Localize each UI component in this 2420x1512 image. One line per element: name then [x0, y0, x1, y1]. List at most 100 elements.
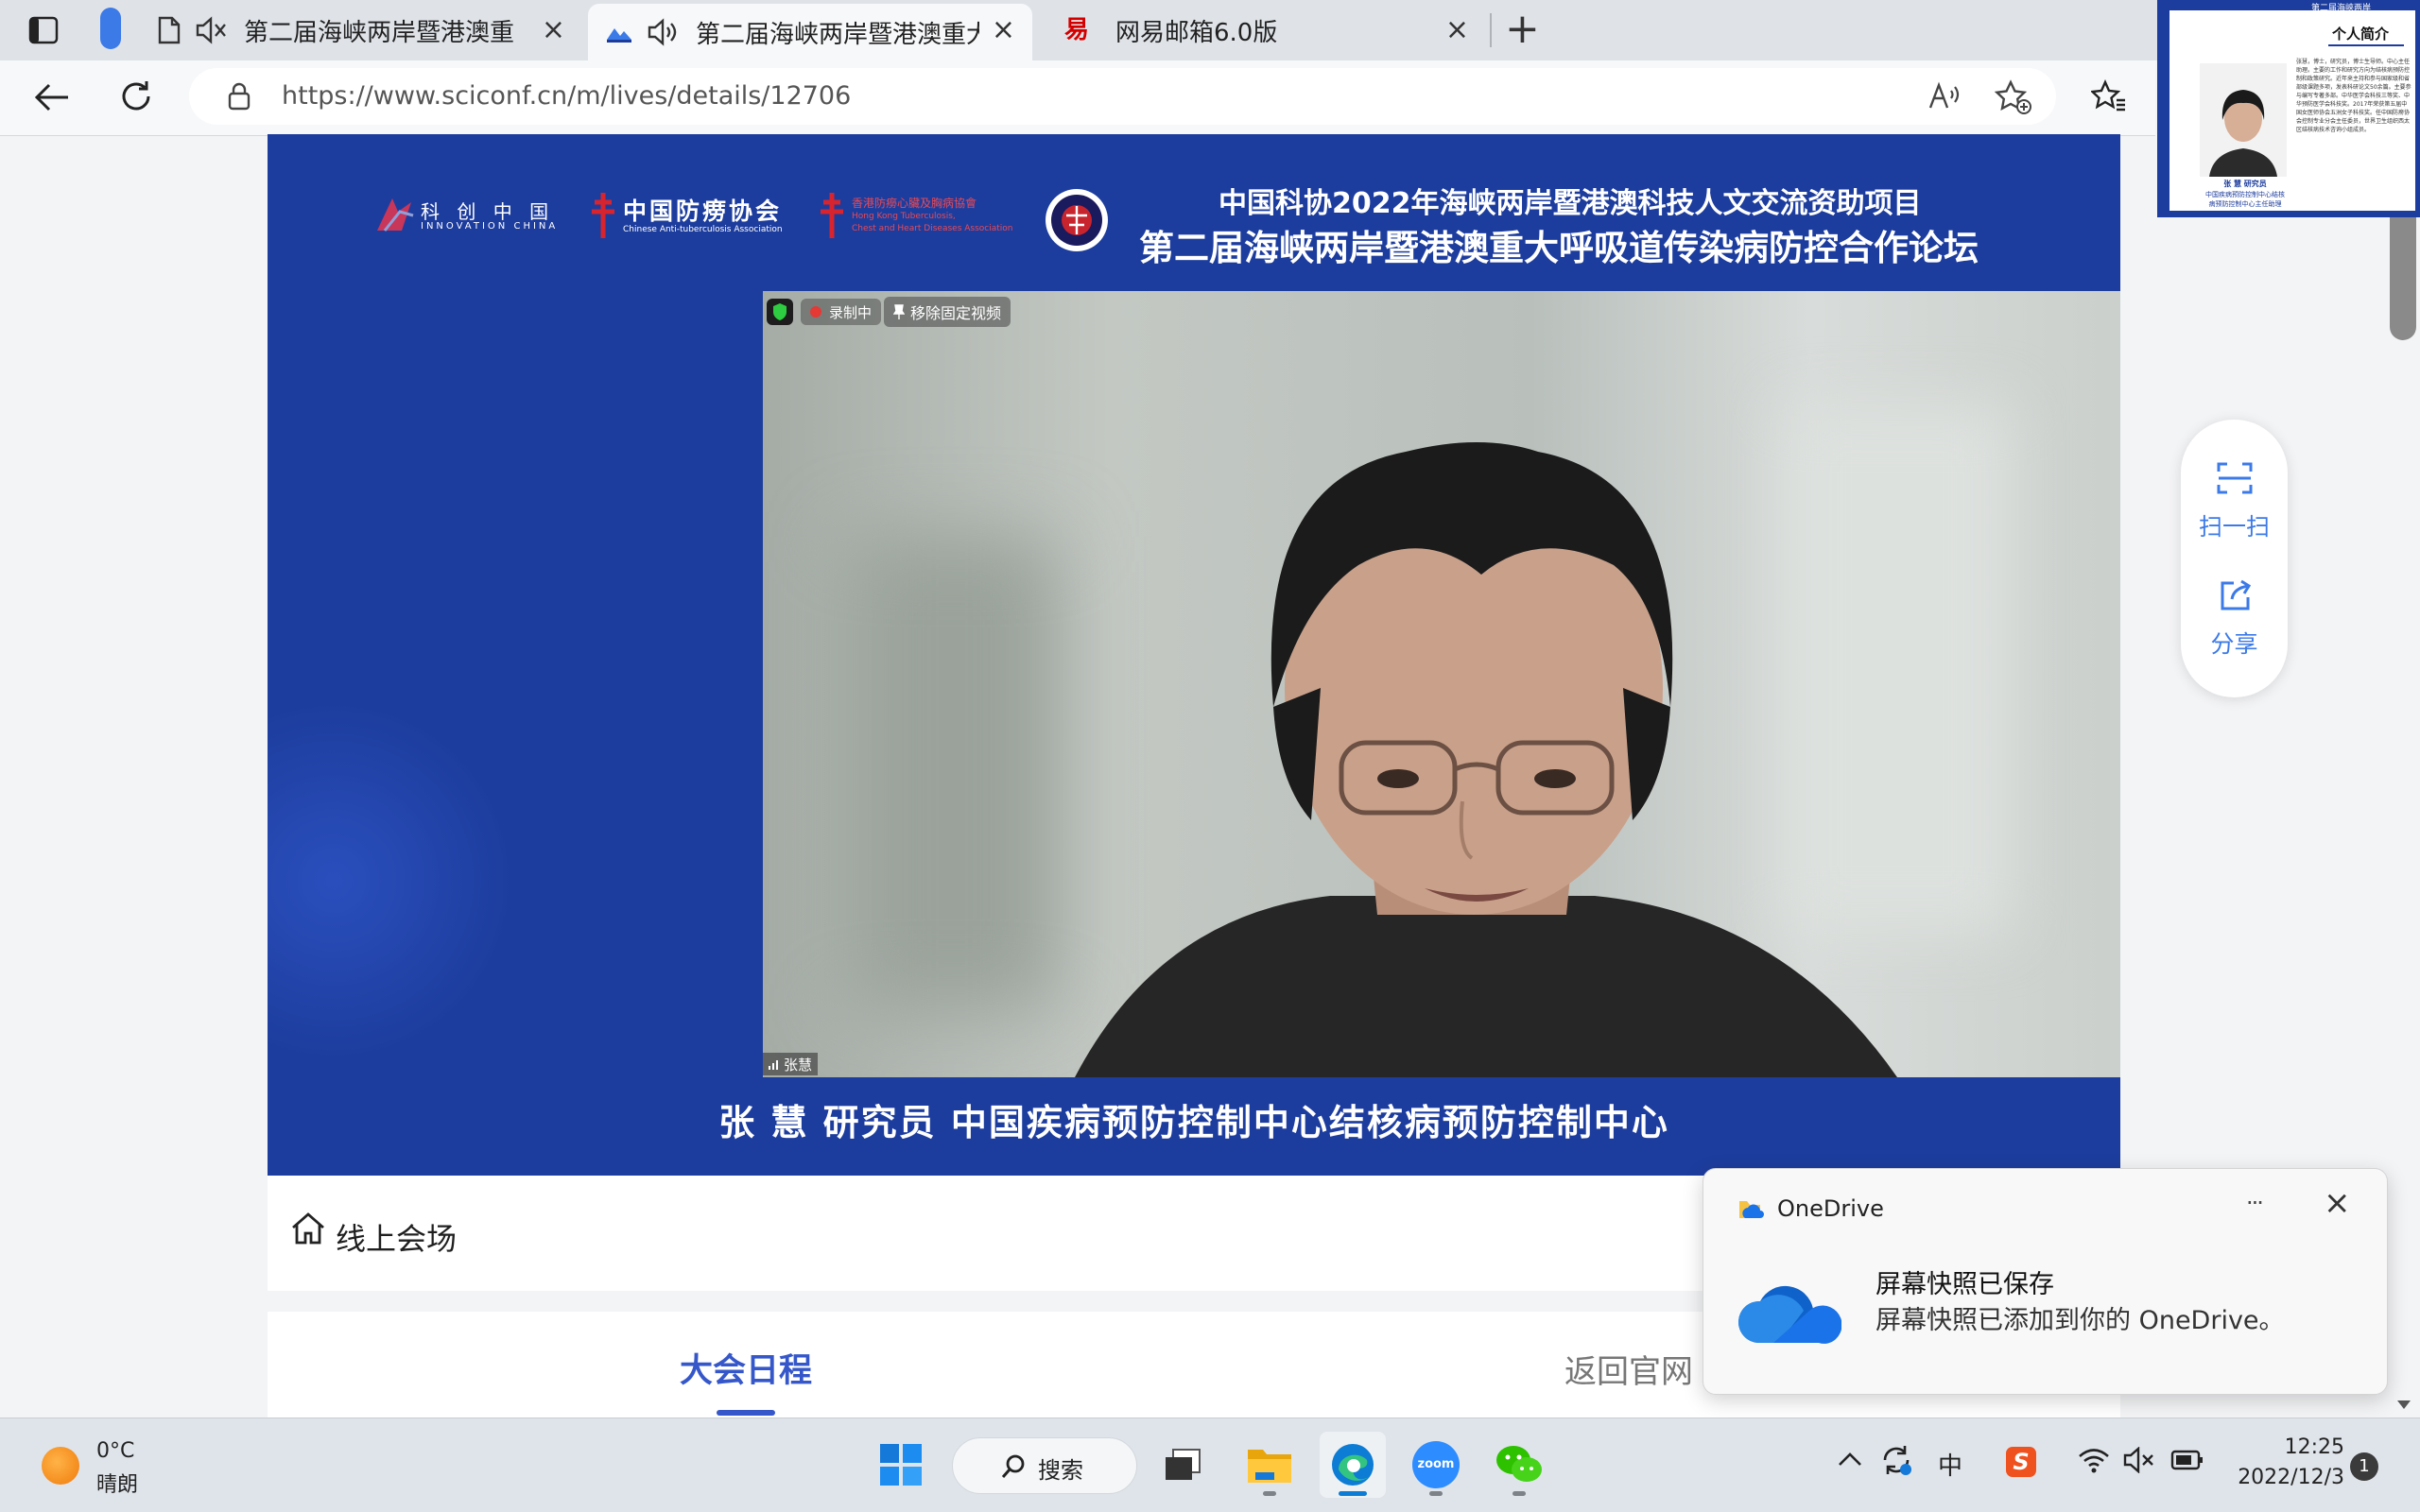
wifi-icon[interactable] [2078, 1447, 2110, 1473]
running-indicator [1429, 1491, 1443, 1496]
ime-indicator[interactable]: 中 [1938, 1447, 1962, 1482]
unpin-label: 移除固定视频 [910, 304, 1002, 322]
tab-forum-active[interactable]: 第二届海峡两岸暨港澳重大呼吸道传染病防控合作论坛 × [588, 4, 1032, 60]
sync-icon[interactable] [1879, 1443, 1913, 1477]
read-aloud-icon[interactable] [1928, 81, 1961, 112]
page-scrollbar[interactable] [2388, 134, 2420, 1418]
refresh-button[interactable] [119, 79, 153, 113]
windows-logo-icon [880, 1444, 922, 1486]
weather-desc: 晴朗 [96, 1473, 139, 1497]
speaker-caption: 张 慧 研究员 中国疾病预防控制中心结核病预防控制中心 [718, 1102, 1669, 1143]
clock[interactable]: 12:25 2022/12/3 [2221, 1434, 2344, 1498]
netease-favicon-icon: 易 [1063, 16, 1089, 44]
sogou-input-icon[interactable]: S [2006, 1447, 2036, 1477]
logo-text: Chinese Anti-tuberculosis Association [623, 225, 783, 234]
scan-button[interactable]: 扫一扫 [2181, 461, 2288, 546]
show-hidden-icons-button[interactable] [1838, 1451, 1862, 1468]
tab-netease-mail[interactable]: 易 网易邮箱6.0版 × [1049, 0, 1486, 60]
pip-title: 个人简介 [2332, 26, 2390, 43]
close-tab-icon[interactable]: × [992, 15, 1015, 45]
notification-badge[interactable]: 1 [2350, 1452, 2378, 1481]
file-explorer-button[interactable] [1236, 1432, 1303, 1498]
scan-icon [2217, 461, 2253, 495]
event-title-line2: 第二届海峡两岸暨港澳重大呼吸道传染病防控合作论坛 [1139, 228, 1979, 268]
share-icon [2219, 578, 2253, 612]
edge-browser-icon [1332, 1444, 1374, 1486]
tab-return-site[interactable]: 返回官网 [1564, 1346, 1693, 1392]
toast-more-button[interactable]: ··· [2246, 1190, 2264, 1216]
scroll-down-arrow-icon[interactable] [2397, 1400, 2411, 1409]
back-button[interactable] [34, 81, 70, 113]
toast-app-name: OneDrive [1777, 1195, 1884, 1222]
recording-indicator: 录制中 [801, 299, 882, 325]
onedrive-cloud-icon [1736, 1273, 1841, 1345]
search-icon [1000, 1453, 1027, 1480]
weather-widget[interactable]: 0°C 晴朗 [38, 1435, 170, 1497]
pip-photo [2200, 63, 2287, 177]
battery-icon[interactable] [2170, 1449, 2204, 1471]
close-tab-icon[interactable]: × [542, 15, 565, 45]
zoom-button[interactable]: zoom [1403, 1432, 1469, 1498]
running-indicator [1339, 1491, 1367, 1496]
pip-org: 中国疾病预防控制中心结核 [2205, 191, 2285, 198]
sciconf-favicon-icon [605, 21, 633, 43]
logo-text: Chest and Heart Diseases Association [852, 224, 1013, 233]
tab-forum-muted[interactable]: 第二届海峡两岸暨港澳重大呼吸道传染病防控合作论坛 × [142, 0, 582, 60]
speaker-video[interactable]: 录制中 移除固定视频 张慧 [763, 291, 2120, 1077]
wechat-icon [1496, 1446, 1542, 1482]
chevron-up-icon [1839, 1452, 1861, 1466]
volume-muted-icon[interactable] [2123, 1447, 2155, 1473]
logo-text: Hong Kong Tuberculosis, [852, 212, 956, 221]
sun-icon [42, 1447, 79, 1485]
search-box[interactable]: 搜索 [952, 1437, 1137, 1494]
clock-date: 2022/12/3 [2238, 1466, 2344, 1489]
tab-title: 第二届海峡两岸暨港澳重大呼吸道传染病防控合作论坛 [696, 20, 979, 49]
toast-title: 屏幕快照已保存 [1876, 1270, 2054, 1299]
tab-title: 网易邮箱6.0版 [1115, 18, 1278, 47]
favorites-icon[interactable] [2091, 79, 2127, 113]
browser-tab-strip: 第二届海峡两岸暨港澳重大呼吸道传染病防控合作论坛 × 第二届海峡两岸暨港澳重大呼… [0, 0, 2420, 60]
toast-close-button[interactable]: × [2324, 1184, 2351, 1222]
url-text[interactable]: https://www.sciconf.cn/m/lives/details/1… [282, 81, 851, 111]
logo-text: 科 创 中 国 [421, 200, 555, 223]
logo-text: 中国防痨协会 [623, 198, 783, 225]
venue-label[interactable]: 线上会场 [336, 1215, 457, 1259]
participant-name: 张慧 [784, 1056, 813, 1074]
close-tab-icon[interactable]: × [1445, 15, 1469, 45]
address-bar[interactable]: https://www.sciconf.cn/m/lives/details/1… [189, 68, 2056, 125]
start-button[interactable] [868, 1432, 934, 1498]
recording-label: 录制中 [829, 303, 873, 321]
speaker-portrait [763, 291, 2120, 1077]
picture-in-picture-window[interactable]: 第二届海峡两岸 个人简介 张慧，博士，研究员，博士生导师。中心主任助理。主要的工… [2157, 0, 2420, 217]
edge-button[interactable] [1320, 1432, 1386, 1498]
workspaces-icon[interactable] [100, 8, 121, 49]
pip-name-title: 张 慧 研究员 [2223, 180, 2267, 188]
logo-text: INNOVATION CHINA [421, 221, 559, 232]
tab-schedule[interactable]: 大会日程 [680, 1344, 812, 1392]
add-favorite-icon[interactable] [1995, 79, 2032, 115]
tab-actions-icon[interactable] [28, 15, 59, 45]
round-seal-logo [1044, 187, 1110, 253]
unpin-video-button[interactable]: 移除固定视频 [884, 297, 1011, 327]
record-dot-icon [810, 306, 821, 318]
scan-label: 扫一扫 [2198, 513, 2270, 541]
wechat-button[interactable] [1486, 1432, 1552, 1498]
tab-divider [1490, 13, 1492, 47]
participant-name-tag: 张慧 [763, 1053, 819, 1075]
speaker-muted-icon[interactable] [195, 16, 227, 44]
page-icon [157, 16, 182, 44]
task-view-button[interactable] [1150, 1432, 1216, 1498]
onedrive-small-icon [1736, 1197, 1764, 1222]
share-button[interactable]: 分享 [2181, 578, 2288, 663]
new-tab-button[interactable]: + [1505, 6, 1540, 53]
onedrive-notification[interactable]: OneDrive ··· × 屏幕快照已保存 屏幕快照已添加到你的 OneDri… [1703, 1168, 2388, 1395]
toast-body: 屏幕快照已添加到你的 OneDrive。 [1876, 1306, 2285, 1335]
home-icon[interactable] [290, 1211, 326, 1246]
pip-bio: 张慧，博士，研究员，博士生导师。中心主任助理。主要的工作和研究方向为结核病预防控… [2296, 59, 2411, 133]
folder-icon [1248, 1450, 1291, 1483]
security-shield-icon[interactable] [767, 299, 793, 325]
speaker-playing-icon[interactable] [647, 18, 679, 46]
lock-icon[interactable] [227, 81, 251, 112]
tab-active-underline [717, 1410, 775, 1416]
tab-title: 第二届海峡两岸暨港澳重大呼吸道传染病防控合作论坛 [244, 18, 514, 47]
